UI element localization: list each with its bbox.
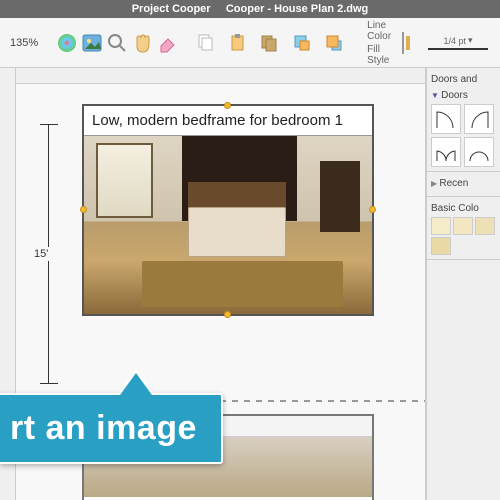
image-frame[interactable]: Low, modern bedframe for bedroom 1 xyxy=(82,104,374,316)
opacity-control[interactable]: Opacity xyxy=(491,35,500,51)
arrange-group xyxy=(287,28,349,58)
door-symbol-single[interactable] xyxy=(431,104,461,134)
send-back-tool[interactable] xyxy=(319,28,349,58)
image-shelf xyxy=(320,161,360,232)
color-swatch-grid xyxy=(431,217,496,255)
panel-doors-header[interactable]: Doors and xyxy=(431,72,496,88)
cut-tool[interactable] xyxy=(254,28,284,58)
line-weight-preview xyxy=(428,48,488,50)
project-name: Project Cooper xyxy=(132,3,211,15)
tutorial-callout: rt an image xyxy=(0,393,223,464)
line-weight-control[interactable]: 1/4 pt▾ xyxy=(416,35,488,50)
panel-recent-section[interactable]: Recen xyxy=(427,172,500,197)
panel-recent-header[interactable]: Recen xyxy=(431,176,496,192)
panel-colors-section[interactable]: Basic Colo xyxy=(427,197,500,260)
line-weight-value: 1/4 pt xyxy=(444,36,467,46)
line-color-label: Line Color xyxy=(367,20,391,42)
color-picker-tool[interactable] xyxy=(56,28,78,58)
fill-style-label: Fill Style xyxy=(367,44,391,66)
color-swatch[interactable] xyxy=(475,217,495,235)
color-swatch[interactable] xyxy=(431,237,451,255)
door-symbol-double[interactable] xyxy=(431,137,461,167)
zoom-tool[interactable] xyxy=(106,28,128,58)
eraser-tool[interactable] xyxy=(156,28,178,58)
image-window xyxy=(96,143,154,218)
door-symbol-grid xyxy=(431,104,496,167)
line-properties: Line Color Fill Style xyxy=(361,20,391,66)
dimension-value: 15' xyxy=(32,247,50,261)
title-bar: Project Cooper Cooper - House Plan 2.dwg xyxy=(0,0,500,18)
line-color-swatch[interactable] xyxy=(402,32,404,54)
panel-doors-expanded[interactable]: Doors xyxy=(431,88,496,104)
selection-handle-w[interactable] xyxy=(80,206,87,213)
dimension-line[interactable]: 15' xyxy=(24,124,72,384)
copy-tool[interactable] xyxy=(190,28,220,58)
color-swatch[interactable] xyxy=(431,217,451,235)
callout-text: rt an image xyxy=(10,409,197,447)
image-bed xyxy=(188,207,286,257)
selection-handle-n[interactable] xyxy=(224,102,231,109)
door-symbol-single-right[interactable] xyxy=(464,104,494,134)
chevron-down-icon: ▾ xyxy=(468,35,473,46)
image-rug xyxy=(142,261,344,307)
color-swatch[interactable] xyxy=(453,217,473,235)
selection-handle-s[interactable] xyxy=(224,311,231,318)
zoom-percentage[interactable]: 135% xyxy=(4,37,44,49)
main-toolbar: 135% Line Color Fill Style 1/4 pt▾ Opaci… xyxy=(0,18,500,68)
clipboard-group xyxy=(190,28,284,58)
panel-colors-header[interactable]: Basic Colo xyxy=(431,201,496,217)
frame-caption[interactable]: Low, modern bedframe for bedroom 1 xyxy=(84,106,372,136)
side-panel: Doors and Doors Recen Basic Colo xyxy=(426,68,500,500)
panel-doors-section[interactable]: Doors and Doors xyxy=(427,68,500,172)
ruler-horizontal xyxy=(16,68,425,84)
door-symbol-bifold[interactable] xyxy=(464,137,494,167)
file-name: Cooper - House Plan 2.dwg xyxy=(226,3,368,15)
pan-tool[interactable] xyxy=(131,28,153,58)
bring-front-tool[interactable] xyxy=(287,28,317,58)
paste-tool[interactable] xyxy=(222,28,252,58)
image-tool[interactable] xyxy=(81,28,103,58)
selection-handle-e[interactable] xyxy=(369,206,376,213)
embedded-image[interactable] xyxy=(84,136,372,314)
